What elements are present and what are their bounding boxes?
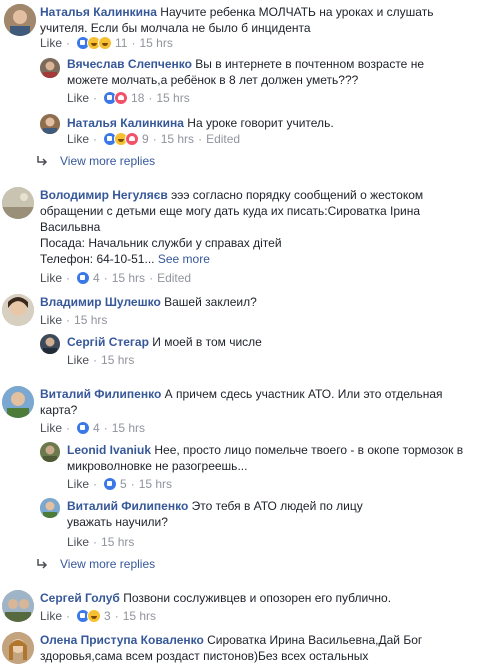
see-more-link[interactable]: See more: [158, 252, 210, 266]
like-button[interactable]: Like: [40, 36, 62, 50]
timestamp[interactable]: 15 hrs: [101, 353, 134, 367]
timestamp[interactable]: 15 hrs: [139, 477, 172, 491]
avatar[interactable]: [40, 114, 60, 134]
avatar-photo-icon: [40, 334, 60, 354]
avatar[interactable]: [40, 442, 60, 462]
view-more-replies[interactable]: View more replies: [36, 556, 155, 572]
like-button[interactable]: Like: [67, 132, 89, 146]
comment-author[interactable]: Олена Приступа Коваленко: [40, 633, 204, 647]
comment-author[interactable]: Leonid Ivaniuk: [67, 443, 151, 457]
like-reaction-icon: [76, 271, 91, 285]
reaction-count: 5: [120, 477, 127, 491]
timestamp[interactable]: 15 hrs: [161, 132, 194, 146]
comment-text-line: Телефон: 64-10-51... See more: [40, 252, 210, 266]
timestamp[interactable]: 15 hrs: [112, 421, 145, 435]
avatar-photo-icon: [2, 294, 34, 326]
comment-text: И моей в том числе: [152, 335, 262, 349]
comment-author[interactable]: Владимир Шулешко: [40, 295, 161, 309]
avatar-photo-icon: [40, 58, 60, 78]
avatar[interactable]: [2, 590, 34, 622]
reactions-summary[interactable]: 4: [76, 271, 100, 285]
like-button[interactable]: Like: [67, 91, 89, 105]
love-reaction-icon: [125, 132, 140, 146]
avatar[interactable]: [2, 632, 34, 664]
avatar-photo-icon: [40, 442, 60, 462]
reactions-summary[interactable]: 9: [103, 132, 149, 146]
comment-text: Позвони сослуживцев и опозорен его публи…: [123, 591, 392, 605]
reaction-count: 11: [115, 36, 128, 50]
haha-reaction-icon: [87, 609, 102, 623]
haha-reaction-icon: [98, 36, 113, 50]
view-more-replies[interactable]: View more replies: [36, 153, 155, 169]
like-button[interactable]: Like: [67, 353, 89, 367]
reactions-summary[interactable]: 5: [103, 477, 127, 491]
love-reaction-icon: [114, 91, 129, 105]
timestamp[interactable]: 15 hrs: [74, 313, 107, 327]
avatar[interactable]: [2, 294, 34, 326]
comment-author[interactable]: Володимир Негуляєв: [40, 188, 168, 202]
avatar-photo-icon: [2, 386, 34, 418]
avatar-photo-icon: [2, 187, 34, 219]
reactions-summary[interactable]: 11: [76, 36, 127, 50]
avatar-photo-icon: [4, 4, 36, 36]
reaction-count: 4: [93, 271, 100, 285]
reaction-count: 3: [104, 609, 111, 623]
like-button[interactable]: Like: [40, 609, 62, 623]
timestamp[interactable]: 15 hrs: [139, 36, 172, 50]
avatar[interactable]: [4, 4, 36, 36]
avatar[interactable]: [2, 386, 34, 418]
avatar[interactable]: [40, 498, 60, 518]
timestamp[interactable]: 15 hrs: [156, 91, 189, 105]
like-button[interactable]: Like: [40, 271, 62, 285]
comment-author[interactable]: Вячеслав Слепченко: [67, 57, 192, 71]
reaction-count: 9: [142, 132, 149, 146]
reactions-summary[interactable]: 3: [76, 609, 111, 623]
avatar-photo-icon: [2, 632, 34, 664]
comment-author[interactable]: Виталий Филипенко: [40, 387, 161, 401]
comment-author[interactable]: Сергей Голуб: [40, 591, 120, 605]
avatar-photo-icon: [2, 590, 34, 622]
reactions-summary[interactable]: 4: [76, 421, 100, 435]
like-reaction-icon: [76, 421, 91, 435]
reaction-count: 4: [93, 421, 100, 435]
timestamp[interactable]: 15 hrs: [101, 535, 134, 549]
avatar[interactable]: [2, 187, 34, 219]
like-button[interactable]: Like: [67, 535, 89, 549]
avatar[interactable]: [40, 58, 60, 78]
comment-author[interactable]: Сергій Стегар: [67, 335, 149, 349]
comment-text: На уроке говорит учитель.: [187, 116, 334, 130]
comment-author[interactable]: Виталий Филипенко: [67, 499, 188, 513]
avatar-photo-icon: [40, 498, 60, 518]
edited-label[interactable]: Edited: [206, 132, 240, 146]
timestamp[interactable]: 15 hrs: [123, 609, 156, 623]
avatar-photo-icon: [40, 114, 60, 134]
like-button[interactable]: Like: [67, 477, 89, 491]
reply-arrow-icon: [37, 156, 48, 166]
timestamp[interactable]: 15 hrs: [112, 271, 145, 285]
comment-author[interactable]: Наталья Калинкина: [67, 116, 184, 130]
reaction-count: 18: [131, 91, 145, 105]
avatar[interactable]: [40, 334, 60, 354]
comment-text-line: Посада: Начальник служби у справах дітей: [40, 236, 282, 250]
like-button[interactable]: Like: [40, 421, 62, 435]
comment-author[interactable]: Наталья Калинкина: [40, 5, 157, 19]
like-reaction-icon: [103, 477, 118, 491]
like-button[interactable]: Like: [40, 313, 62, 327]
reactions-summary[interactable]: 18: [103, 91, 144, 105]
edited-label[interactable]: Edited: [157, 271, 191, 285]
reply-arrow-icon: [37, 559, 48, 569]
comment-text: Вашей заклеил?: [164, 295, 257, 309]
